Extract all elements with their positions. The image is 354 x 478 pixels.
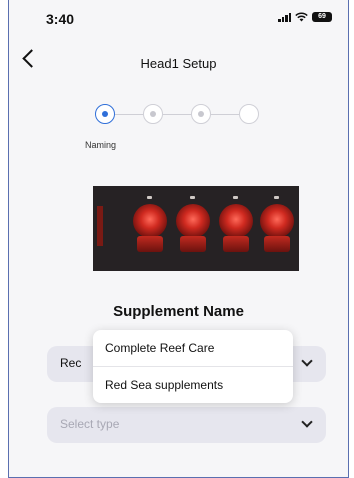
dropdown-option-red-sea-supplements[interactable]: Red Sea supplements — [93, 366, 293, 403]
signal-icon — [278, 12, 291, 22]
step-connector — [211, 114, 239, 115]
step-connector — [115, 114, 143, 115]
step-label-naming: Naming — [85, 140, 117, 150]
step-2 — [143, 104, 163, 124]
battery-icon: 69 — [312, 12, 332, 22]
wifi-icon — [295, 12, 308, 22]
page-title: Head1 Setup — [140, 56, 217, 71]
step-3 — [191, 104, 211, 124]
step-4 — [239, 104, 259, 124]
supplement-brand-value: Rec — [60, 356, 82, 370]
status-icons: 69 — [278, 12, 332, 22]
supplement-name-heading: Supplement Name — [113, 303, 244, 320]
step-connector — [163, 114, 191, 115]
supplement-type-select[interactable]: Select type — [47, 407, 326, 443]
dropdown-option-complete-reef-care[interactable]: Complete Reef Care — [93, 330, 293, 366]
step-1-naming — [95, 104, 115, 124]
chevron-down-icon — [301, 355, 313, 367]
progress-stepper — [95, 104, 285, 132]
status-time: 3:40 — [46, 11, 75, 27]
doser-device-image — [93, 186, 299, 271]
supplement-type-placeholder: Select type — [60, 417, 120, 431]
phone-screen: 3:40 69 Head1 Setup Naming Supplement Na… — [8, 0, 349, 478]
chevron-down-icon — [301, 416, 313, 428]
supplement-brand-dropdown: Complete Reef Care Red Sea supplements — [93, 330, 293, 403]
